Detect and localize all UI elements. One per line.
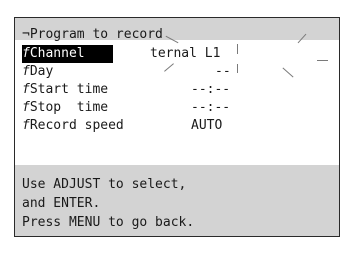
channel-label-highlight[interactable]: fChannel [22,45,113,63]
record-speed-label: Record speed [29,118,124,133]
row-marker: f [22,82,30,97]
row-marker: f [22,64,30,79]
deco-stroke [317,60,328,61]
help-message-box: Use ADJUST to select, and ENTER. Press M… [15,165,339,236]
screen-title: ¬Program to record [22,27,163,42]
start-time-label-wrap: fStart time [22,81,108,99]
channel-label: Channel [29,46,85,61]
deco-stroke [164,63,174,72]
title-bar: ¬Program to record [15,18,339,42]
stop-time-label: Stop time [29,100,109,115]
row-marker: f [22,100,30,115]
deco-stroke [237,44,238,54]
program-record-screen: ¬Program to record fChannel ternal L1 fD… [14,17,340,237]
day-label-wrap: fDay [22,63,53,81]
record-speed-label-wrap: fRecord speed [22,117,124,135]
help-line-3: Press MENU to go back. [22,215,195,230]
day-label: Day [29,64,54,79]
help-line-2: and ENTER. [22,196,101,211]
stop-time-label-wrap: fStop time [22,99,108,117]
channel-value: ternal L1 [150,46,221,61]
stop-time-value: --:-- [191,100,231,115]
day-value: -- [215,64,231,79]
record-speed-value: AUTO [191,118,223,133]
deco-stroke [282,67,294,78]
row-marker: f [22,46,30,61]
start-time-value: --:-- [191,82,231,97]
deco-stroke [237,64,238,73]
row-marker: f [22,118,30,133]
start-time-label: Start time [29,82,109,97]
help-line-1: Use ADJUST to select, [22,177,187,192]
